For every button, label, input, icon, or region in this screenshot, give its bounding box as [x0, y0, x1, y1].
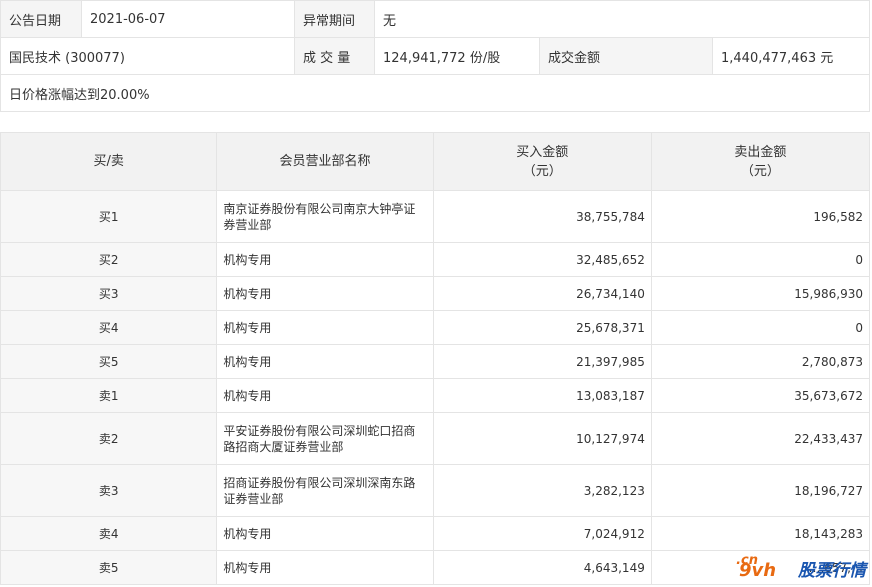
row-buy-amount: 4,643,149 — [432, 550, 652, 585]
row-sell-amount: 15,986,930 — [650, 276, 871, 311]
row-buy-amount: 38,755,784 — [432, 190, 652, 243]
row-sell-amount: 196,582 — [650, 190, 871, 243]
row-broker-name: 平安证券股份有限公司深圳蛇口招商路招商大厦证券营业部 — [216, 412, 434, 465]
row-buy-amount: 25,678,371 — [432, 310, 652, 345]
row-sell-amount: 2,780,873 — [650, 344, 871, 379]
row-side: 卖1 — [0, 378, 218, 413]
row-broker-name: 机构专用 — [216, 276, 434, 311]
header-buy: 买入金额 （元） — [432, 132, 652, 191]
row-broker-name: 机构专用 — [216, 242, 434, 277]
row-buy-amount: 21,397,985 — [432, 344, 652, 379]
header-side: 买/卖 — [0, 132, 218, 191]
table-row: 卖3 招商证券股份有限公司深圳深南东路证券营业部 3,282,123 18,196,7… — [0, 464, 871, 517]
table-row: 买2 机构专用 32,485,652 0 — [0, 242, 871, 277]
row-broker-name: 机构专用 — [216, 344, 434, 379]
row-side: 卖5 — [0, 550, 218, 585]
row-broker-name: 机构专用 — [216, 378, 434, 413]
table-row: 卖1 机构专用 13,083,187 35,673,672 — [0, 378, 871, 413]
row-buy-amount: 7,024,912 — [432, 516, 652, 551]
table-body: 买1 南京证券股份有限公司南京大钟亭证券营业部 38,755,784 196,582 买… — [0, 190, 871, 585]
row-sell-amount: 18,143,283 — [650, 516, 871, 551]
stock-name: 国民技术 (300077) — [0, 37, 295, 75]
row-broker-name: 机构专用 — [216, 310, 434, 345]
row-buy-amount: 13,083,187 — [432, 378, 652, 413]
row-buy-amount: 26,734,140 — [432, 276, 652, 311]
row-broker-name: 机构专用 — [216, 550, 434, 585]
row-side: 买3 — [0, 276, 218, 311]
row-side: 买1 — [0, 190, 218, 243]
volume-label: 成 交 量 — [294, 37, 375, 75]
row-side: 卖4 — [0, 516, 218, 551]
row-sell-amount: 18,196,727 — [650, 464, 871, 517]
announce-date-value: 2021-06-07 — [81, 0, 295, 38]
row-side: 买4 — [0, 310, 218, 345]
abnormal-period-value: 无 — [374, 0, 870, 38]
row-side: 买2 — [0, 242, 218, 277]
amount-value: 1,440,477,463 元 — [712, 37, 870, 75]
header-sell: 卖出金额 （元） — [650, 132, 871, 191]
row-buy-amount: 32,485,652 — [432, 242, 652, 277]
table-row: 买1 南京证券股份有限公司南京大钟亭证券营业部 38,755,784 196,582 — [0, 190, 871, 243]
header-name: 会员营业部名称 — [216, 132, 434, 191]
row-broker-name: 机构专用 — [216, 516, 434, 551]
watermark-logo: 9vh.cn股票行情 — [736, 553, 866, 581]
row-sell-amount: 0 — [650, 310, 871, 345]
row-sell-amount: 0 — [650, 242, 871, 277]
table-row: 卖2 平安证券股份有限公司深圳蛇口招商路招商大厦证券营业部 10,127,974 22… — [0, 412, 871, 465]
row-buy-amount: 3,282,123 — [432, 464, 652, 517]
row-side: 卖2 — [0, 412, 218, 465]
amount-label: 成交金额 — [539, 37, 713, 75]
table-row: 买4 机构专用 25,678,371 0 — [0, 310, 871, 345]
table-row: 卖4 机构专用 7,024,912 18,143,283 — [0, 516, 871, 551]
trading-detail-table: 买/卖 会员营业部名称 买入金额 （元） 卖出金额 （元） 买1 南京证券股份有限公司… — [0, 132, 871, 585]
row-side: 买5 — [0, 344, 218, 379]
row-sell-amount: 22,433,437 — [650, 412, 871, 465]
row-buy-amount: 10,127,974 — [432, 412, 652, 465]
row-side: 卖3 — [0, 464, 218, 517]
summary-table: 公告日期 2021-06-07 异常期间 无 国民技术 (300077) 成 交… — [0, 0, 870, 112]
row-broker-name: 南京证券股份有限公司南京大钟亭证券营业部 — [216, 190, 434, 243]
table-row: 买5 机构专用 21,397,985 2,780,873 — [0, 344, 871, 379]
row-sell-amount: 35,673,672 — [650, 378, 871, 413]
row-broker-name: 招商证券股份有限公司深圳深南东路证券营业部 — [216, 464, 434, 517]
volume-value: 124,941,772 份/股 — [374, 37, 540, 75]
reason-text: 日价格涨幅达到20.00% — [0, 74, 870, 112]
announce-date-label: 公告日期 — [0, 0, 82, 38]
abnormal-period-label: 异常期间 — [294, 0, 375, 38]
table-row: 买3 机构专用 26,734,140 15,986,930 — [0, 276, 871, 311]
